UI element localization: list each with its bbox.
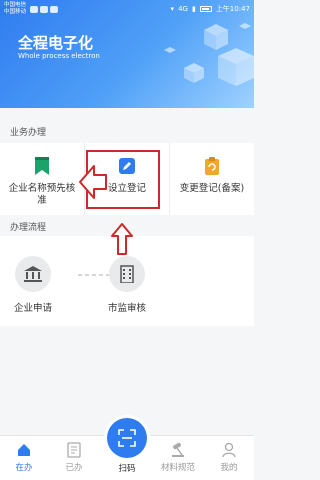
process-section-title: 办理流程 (10, 223, 47, 233)
annotation-arrow-up-icon (111, 223, 133, 255)
tab-label: 已办 (65, 463, 83, 473)
tab-label: 在办 (15, 463, 33, 473)
header-banner: 中国电信 中国移动 ▾ 4G ▮ 上午10:47 全程电子化 Whole pro… (0, 0, 254, 108)
decorative-cubes-illustration (164, 23, 254, 86)
tab-in-progress[interactable]: 在办 (4, 442, 44, 473)
status-right: ▾ 4G ▮ 上午10:47 (171, 4, 250, 14)
home-icon (16, 442, 32, 458)
bank-icon (15, 256, 51, 292)
change-record-icon (203, 157, 221, 175)
tab-mine[interactable]: 我的 (209, 442, 249, 473)
carrier-2: 中国移动 (4, 9, 27, 15)
biz-item-label: 变更登记(备案) (179, 183, 245, 194)
app-notification-icon (40, 5, 49, 13)
process-step-apply: 企业申请 (14, 256, 52, 314)
tab-done[interactable]: 已办 (54, 442, 94, 473)
app-notification-icon (50, 5, 59, 13)
carrier-1: 中国电信 (4, 2, 27, 8)
biz-item-change-record[interactable]: 变更登记(备案) (170, 143, 254, 215)
network-label: 4G (178, 5, 188, 13)
biz-item-name-approval[interactable]: 企业名称预先核准 (0, 143, 85, 215)
app-title: 全程电子化 (18, 34, 94, 52)
status-bar: 中国电信 中国移动 ▾ 4G ▮ 上午10:47 (0, 0, 254, 18)
notification-icons (30, 5, 59, 13)
process-step-label: 企业申请 (14, 303, 53, 314)
scan-button[interactable] (107, 418, 147, 458)
gavel-icon (170, 442, 186, 458)
wifi-icon: ▾ (170, 5, 175, 13)
tab-label: 材料规范 (160, 463, 195, 473)
bookmark-icon (33, 157, 51, 175)
scan-icon (118, 429, 136, 447)
carrier-info: 中国电信 中国移动 (4, 2, 26, 16)
annotation-arrow-left-icon (79, 165, 107, 199)
app-subtitle: Whole process electron (18, 52, 100, 60)
document-icon (66, 442, 82, 458)
process-step-review: 市监审核 (108, 256, 146, 314)
scan-label: 扫码 (118, 464, 136, 474)
status-time: 上午10:47 (215, 5, 250, 13)
tab-label: 我的 (220, 463, 238, 473)
signal-icon: ▮ (191, 5, 196, 13)
business-section-title: 业务办理 (10, 128, 47, 138)
process-step-label: 市监审核 (108, 303, 147, 314)
building-icon (109, 256, 145, 292)
app-notification-icon (30, 5, 39, 13)
battery-icon (199, 6, 212, 12)
biz-item-label: 企业名称预先核准 (8, 183, 76, 206)
tab-material-standards[interactable]: 材料规范 (151, 442, 205, 473)
user-icon (221, 442, 237, 458)
